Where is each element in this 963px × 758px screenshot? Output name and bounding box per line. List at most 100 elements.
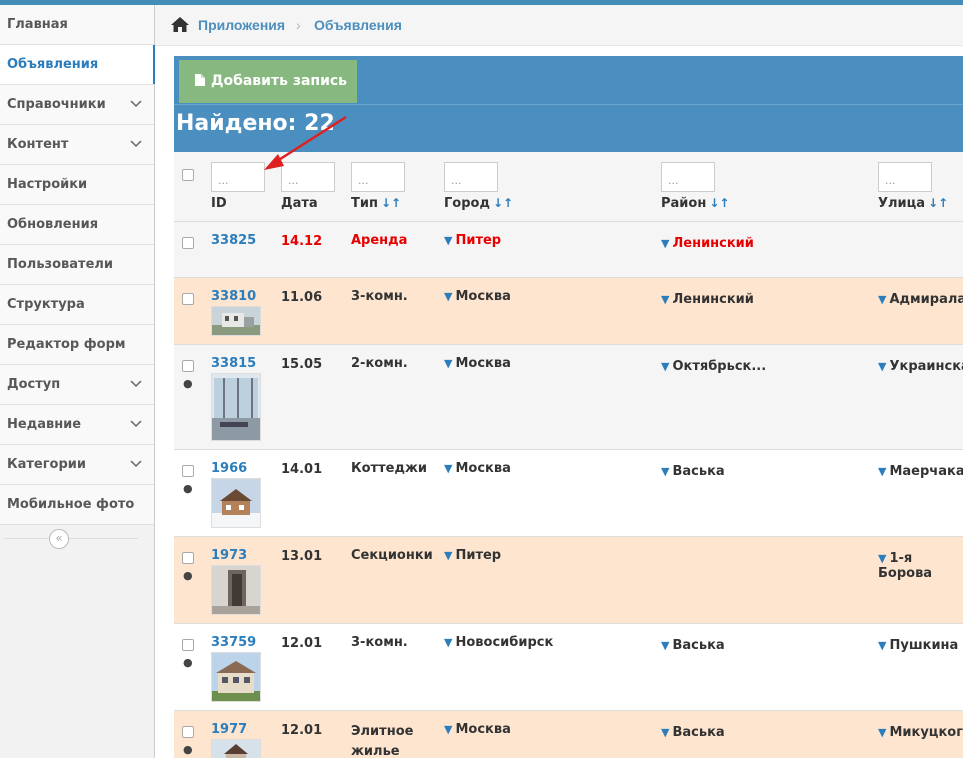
table-row[interactable]: ● 1973 13.01 Секционки ▼ Питер ▼ 1-я Боров… xyxy=(174,537,963,624)
row-district[interactable]: ▼ Васька xyxy=(661,725,725,740)
row-street[interactable]: ▼ Адмирала xyxy=(878,292,963,307)
column-header-type[interactable]: Тип ↓↑ xyxy=(351,196,401,211)
sidebar-item-references[interactable]: Справочники xyxy=(0,85,154,125)
results-panel: Добавить запись Найдено: 22 xyxy=(174,56,963,152)
sidebar-item-recent[interactable]: Недавние xyxy=(0,405,154,445)
sidebar-item-updates[interactable]: Обновления xyxy=(0,205,154,245)
filter-input-date[interactable]: ... xyxy=(281,162,335,192)
row-id-link[interactable]: 1977 xyxy=(211,722,247,737)
row-city[interactable]: ▼ Москва xyxy=(444,356,511,371)
row-checkbox[interactable] xyxy=(182,639,194,651)
sidebar-item-form-editor[interactable]: Редактор форм xyxy=(0,325,154,365)
filter-icon: ▼ xyxy=(444,462,453,475)
row-checkbox[interactable] xyxy=(182,237,194,249)
globe-icon: ● xyxy=(183,743,193,756)
row-city[interactable]: ▼ Питер xyxy=(444,233,501,248)
chevron-down-icon xyxy=(130,365,142,404)
table-row[interactable]: 33825 14.12 Аренда ▼ Питер ▼ Ленинский xyxy=(174,222,963,278)
sidebar-item-ads[interactable]: Объявления xyxy=(0,45,155,85)
breadcrumb: Приложения › Объявления xyxy=(155,5,963,46)
sidebar-item-label: Структура xyxy=(7,297,85,312)
row-id-link[interactable]: 33759 xyxy=(211,635,256,650)
row-street[interactable]: ▼ Пушкина xyxy=(878,638,958,653)
row-district[interactable]: ▼ Ленинский xyxy=(661,236,754,251)
sidebar-item-mobile-photo[interactable]: Мобильное фото xyxy=(0,485,154,525)
home-icon[interactable] xyxy=(171,17,189,35)
row-checkbox[interactable] xyxy=(182,293,194,305)
sidebar-item-label: Недавние xyxy=(7,417,82,432)
sort-icon[interactable]: ↓↑ xyxy=(928,196,948,210)
collapse-sidebar-icon[interactable]: « xyxy=(49,529,69,549)
sort-icon[interactable]: ↓↑ xyxy=(493,196,513,210)
breadcrumb-link-ads[interactable]: Объявления xyxy=(314,17,402,33)
chevron-down-icon xyxy=(130,125,142,164)
row-city[interactable]: ▼ Новосибирск xyxy=(444,635,553,650)
row-id-link[interactable]: 33815 xyxy=(211,356,256,371)
filter-input-city[interactable]: ... xyxy=(444,162,498,192)
row-district[interactable]: ▼ Васька xyxy=(661,638,725,653)
row-id-link[interactable]: 1973 xyxy=(211,548,247,563)
table-row[interactable]: ● 33815 15.05 2-комн. ▼ Москва ▼ Октябрьск… xyxy=(174,345,963,450)
row-city[interactable]: ▼ Москва xyxy=(444,289,511,304)
table-row[interactable]: ● 1966 14.01 Коттеджи ▼ Москва ▼ Васька ▼ М… xyxy=(174,450,963,537)
sidebar-item-categories[interactable]: Категории xyxy=(0,445,154,485)
sidebar-item-structure[interactable]: Структура xyxy=(0,285,154,325)
filter-input-type[interactable]: ... xyxy=(351,162,405,192)
row-checkbox[interactable] xyxy=(182,465,194,477)
sidebar-item-home[interactable]: Главная xyxy=(0,5,154,45)
table-row[interactable]: ● 1977 12.01 Элитное жилье ▼ Москва ▼ Вась… xyxy=(174,711,963,758)
sidebar-item-content[interactable]: Контент xyxy=(0,125,154,165)
listing-thumbnail[interactable] xyxy=(211,373,261,441)
table-row[interactable]: ● 33759 12.01 3-комн. ▼ Новосибирск ▼ Вась… xyxy=(174,624,963,711)
sort-icon[interactable]: ↓↑ xyxy=(709,196,729,210)
row-city[interactable]: ▼ Москва xyxy=(444,461,511,476)
row-date: 15.05 xyxy=(281,357,323,372)
filter-input-street[interactable]: ... xyxy=(878,162,932,192)
breadcrumb-link-apps[interactable]: Приложения xyxy=(198,17,285,33)
column-header-street[interactable]: Улица ↓↑ xyxy=(878,196,948,211)
column-header-district[interactable]: Район ↓↑ xyxy=(661,196,729,211)
filter-input-district[interactable]: ... xyxy=(661,162,715,192)
sidebar-item-access[interactable]: Доступ xyxy=(0,365,154,405)
add-record-button[interactable]: Добавить запись xyxy=(179,60,357,103)
filter-icon: ▼ xyxy=(661,726,670,739)
row-street[interactable]: ▼ 1-я Борова xyxy=(878,551,963,581)
select-all-checkbox[interactable] xyxy=(182,169,194,181)
filter-input-id[interactable]: ... xyxy=(211,162,265,192)
filter-icon: ▼ xyxy=(444,549,453,562)
divider xyxy=(4,538,138,539)
row-checkbox[interactable] xyxy=(182,726,194,738)
listing-thumbnail[interactable] xyxy=(211,478,261,528)
row-district[interactable]: ▼ Васька xyxy=(661,464,725,479)
row-street[interactable]: ▼Микуцкого xyxy=(878,725,963,740)
row-street[interactable]: ▼Украинская xyxy=(878,359,963,374)
row-district[interactable]: ▼ Ленинский xyxy=(661,292,754,307)
table-row[interactable]: 33810 11.06 3-комн. ▼ Москва ▼ Ленинский ▼… xyxy=(174,278,963,345)
chevron-down-icon xyxy=(130,405,142,444)
sort-icon[interactable]: ↓↑ xyxy=(381,196,401,210)
row-checkbox[interactable] xyxy=(182,552,194,564)
listing-thumbnail[interactable] xyxy=(211,739,261,758)
sidebar: Главная Объявления Справочники Контент Н… xyxy=(0,5,155,758)
row-city[interactable]: ▼ Москва xyxy=(444,722,511,737)
listing-thumbnail[interactable] xyxy=(211,652,261,702)
column-header-id: ID xyxy=(211,196,227,211)
sidebar-item-label: Главная xyxy=(7,17,68,32)
row-id-link[interactable]: 1966 xyxy=(211,461,247,476)
row-street[interactable]: ▼ Маерчака xyxy=(878,464,963,479)
row-checkbox[interactable] xyxy=(182,360,194,372)
sidebar-item-users[interactable]: Пользователи xyxy=(0,245,154,285)
row-district[interactable]: ▼ Октябрьск... xyxy=(661,359,766,374)
row-id-link[interactable]: 33810 xyxy=(211,289,256,304)
row-city[interactable]: ▼ Питер xyxy=(444,548,501,563)
table-header: ... ... ... ... ... ... ID Дата Тип ↓↑ Го… xyxy=(174,152,963,222)
sidebar-item-label: Справочники xyxy=(7,97,106,112)
row-type: Секционки xyxy=(351,548,433,563)
sidebar-item-label: Пользователи xyxy=(7,257,114,272)
sidebar-item-settings[interactable]: Настройки xyxy=(0,165,154,205)
column-header-city[interactable]: Город ↓↑ xyxy=(444,196,513,211)
listing-thumbnail[interactable] xyxy=(211,306,261,336)
row-id-link[interactable]: 33825 xyxy=(211,233,256,248)
row-date: 14.01 xyxy=(281,462,323,477)
listing-thumbnail[interactable] xyxy=(211,565,261,615)
